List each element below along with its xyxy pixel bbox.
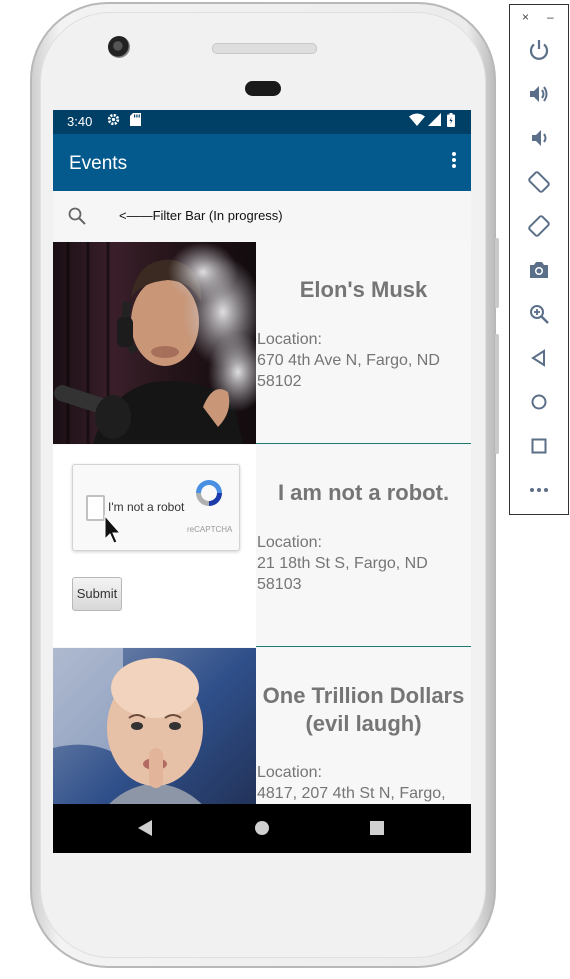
back-icon[interactable] (137, 819, 153, 842)
location-label: Location: (257, 331, 322, 348)
signal-icon (428, 113, 441, 129)
settings-icon (107, 113, 120, 129)
captcha-label: I'm not a robot (108, 500, 185, 514)
location-label: Location: (257, 764, 322, 781)
recents-icon[interactable] (369, 819, 385, 842)
filter-bar-label: <——Filter Bar (In progress) (119, 208, 283, 223)
captcha-brand: reCAPTCHA (187, 525, 233, 534)
rotate-right-icon[interactable] (527, 214, 551, 238)
proximity-sensor (245, 81, 281, 96)
app-bar: Events (53, 134, 471, 191)
search-icon[interactable] (67, 206, 87, 231)
volume-side-button (495, 334, 499, 454)
zoom-icon[interactable] (527, 302, 551, 326)
mouse-cursor-icon (104, 515, 122, 544)
status-bar: 3:40 (53, 110, 471, 134)
event-image-recaptcha: I'm not a robot reCAPTCHA Submit (53, 445, 256, 647)
list-item[interactable]: I'm not a robot reCAPTCHA Submit I am no… (53, 445, 471, 647)
front-camera (108, 36, 130, 58)
event-info: I am not a robot. Location: 21 18th St S… (256, 445, 471, 647)
rotate-left-icon[interactable] (527, 170, 551, 194)
wifi-icon (409, 113, 425, 129)
camera-icon[interactable] (527, 258, 551, 282)
volume-up-icon[interactable] (527, 82, 551, 106)
power-side-button (495, 238, 499, 308)
overview-icon[interactable] (527, 434, 551, 458)
battery-icon (447, 113, 455, 130)
event-title: I am not a robot. (277, 480, 450, 505)
sd-card-icon (130, 113, 141, 129)
close-icon[interactable]: × (522, 10, 529, 24)
home-icon[interactable] (527, 390, 551, 414)
more-icon[interactable] (527, 478, 551, 502)
overflow-menu-icon[interactable] (451, 151, 457, 173)
captcha-box: I'm not a robot reCAPTCHA (72, 464, 240, 551)
location-label: Location: (257, 534, 322, 551)
device-screen: 3:40 Events <——Filter Bar (In progress) (53, 110, 471, 853)
captcha-submit-image: Submit (72, 577, 122, 611)
emulator-toolbar: × – (509, 4, 569, 515)
filter-bar[interactable]: <——Filter Bar (In progress) (53, 191, 471, 242)
page-title: Events (69, 153, 128, 174)
recaptcha-logo-icon (196, 480, 222, 506)
event-title: Elon's Musk (299, 277, 428, 302)
event-image-man-smoking (53, 242, 256, 444)
navigation-bar (53, 804, 471, 853)
back-icon[interactable] (527, 346, 551, 370)
status-time: 3:40 (67, 114, 93, 129)
location-address: 4817, 207 4th St N, Fargo, (257, 785, 446, 802)
list-item[interactable]: Elon's Musk Location: 670 4th Ave N, Far… (53, 242, 471, 444)
captcha-checkbox (86, 495, 105, 521)
volume-down-icon[interactable] (527, 126, 551, 150)
power-icon[interactable] (527, 38, 551, 62)
minimize-icon[interactable]: – (547, 10, 554, 24)
location-address: 670 4th Ave N, Fargo, ND 58102 (257, 352, 440, 390)
location-address: 21 18th St S, Fargo, ND 58103 (257, 555, 428, 593)
earpiece-speaker (212, 43, 317, 54)
home-icon[interactable] (254, 819, 270, 842)
event-info: Elon's Musk Location: 670 4th Ave N, Far… (256, 242, 471, 444)
event-title: One Trillion Dollars (evil laugh) (262, 683, 465, 736)
